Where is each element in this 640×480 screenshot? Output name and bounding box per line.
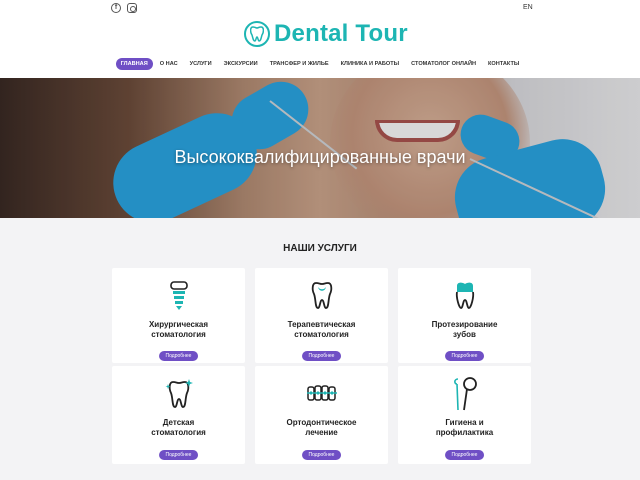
service-card-pediatric[interactable]: Детская стоматология Подробнее <box>112 366 245 464</box>
nav-online-dentist[interactable]: СТОМАТОЛОГ ОНЛАЙН <box>406 58 481 70</box>
service-card-orthodontics[interactable]: Ортодонтическое лечение Подробнее <box>255 366 388 464</box>
nav-contacts[interactable]: КОНТАКТЫ <box>483 58 524 70</box>
implant-icon <box>169 281 188 310</box>
sparkle-tooth-icon <box>165 379 193 408</box>
instagram-icon[interactable] <box>127 3 137 13</box>
logo[interactable]: Dental Tour <box>244 20 408 48</box>
filled-tooth-icon <box>311 282 332 309</box>
site-header: Dental Tour ГЛАВНАЯ О НАС УСЛУГИ ЭКСКУРС… <box>0 16 640 78</box>
nav-excursions[interactable]: ЭКСКУРСИИ <box>219 58 263 70</box>
hero-title: Высококвалифицированные врачи <box>174 147 466 167</box>
service-title: Детская стоматология <box>151 418 206 437</box>
services-title: НАШИ УСЛУГИ <box>283 243 357 254</box>
service-title: Хирургическая стоматология <box>148 320 209 339</box>
more-button[interactable]: Подробнее <box>444 450 485 460</box>
facebook-icon[interactable]: f <box>111 3 121 13</box>
service-title: Гигиена и профилактика <box>435 418 494 437</box>
more-button[interactable]: Подробнее <box>301 450 342 460</box>
hero-banner: Высококвалифицированные врачи <box>0 78 640 218</box>
service-card-surgery[interactable]: Хирургическая стоматология Подробнее <box>112 268 245 363</box>
main-nav: ГЛАВНАЯ О НАС УСЛУГИ ЭКСКУРСИИ ТРАНСФЕР … <box>0 58 640 70</box>
brand-name: Dental Tour <box>274 20 408 47</box>
nav-transfer[interactable]: ТРАНСФЕР И ЖИЛЬЕ <box>265 58 334 70</box>
service-title: Протезирование зубов <box>431 320 498 339</box>
service-title: Ортодонтическое лечение <box>286 418 357 437</box>
nav-about[interactable]: О НАС <box>155 58 183 70</box>
language-switch[interactable]: EN <box>523 4 533 11</box>
more-button[interactable]: Подробнее <box>158 450 199 460</box>
top-bar: f EN <box>0 0 640 16</box>
nav-services[interactable]: УСЛУГИ <box>185 58 217 70</box>
crown-icon <box>455 282 474 309</box>
tooth-logo-icon <box>244 21 270 47</box>
more-button[interactable]: Подробнее <box>158 351 199 361</box>
service-card-prosthetics[interactable]: Протезирование зубов Подробнее <box>398 268 531 363</box>
nav-home[interactable]: ГЛАВНАЯ <box>115 58 153 70</box>
service-title: Терапевтическая стоматология <box>287 320 356 339</box>
dental-mirror-icon <box>453 377 477 411</box>
service-card-hygiene[interactable]: Гигиена и профилактика Подробнее <box>398 366 531 464</box>
braces-icon <box>306 385 337 401</box>
more-button[interactable]: Подробнее <box>444 351 485 361</box>
service-card-therapy[interactable]: Терапевтическая стоматология Подробнее <box>255 268 388 363</box>
nav-clinic[interactable]: КЛИНИКА И РАБОТЫ <box>336 58 405 70</box>
more-button[interactable]: Подробнее <box>301 351 342 361</box>
